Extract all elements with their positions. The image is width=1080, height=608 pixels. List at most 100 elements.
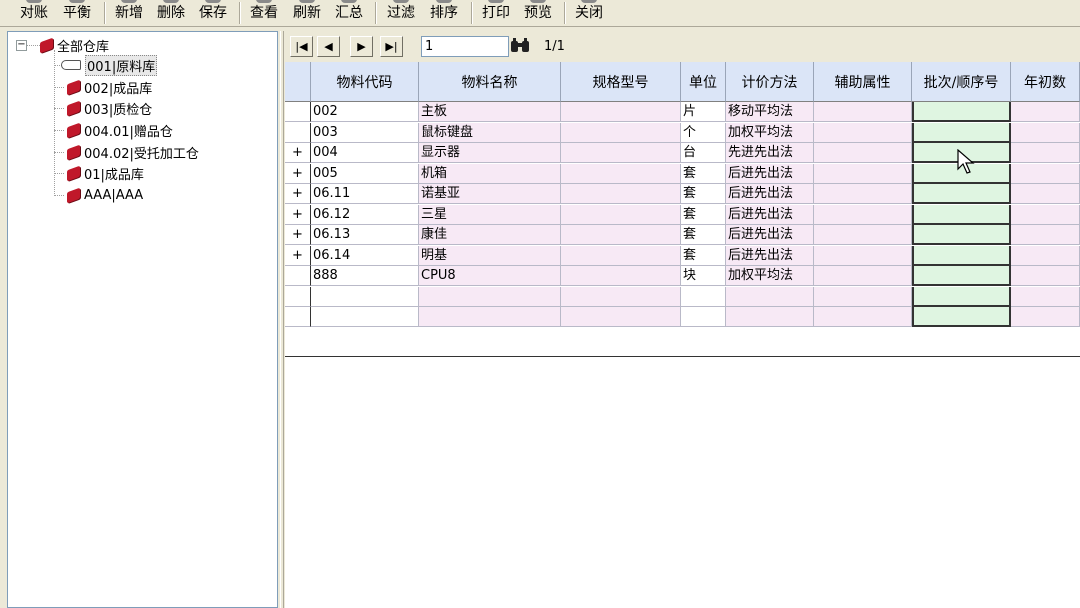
column-header-name[interactable]: 物料名称: [419, 62, 561, 102]
cell-unit[interactable]: 套: [681, 225, 726, 245]
cell-spec[interactable]: [561, 286, 681, 307]
cell-unit[interactable]: [681, 307, 726, 327]
cell-spec[interactable]: [561, 266, 681, 286]
table-row[interactable]: [285, 286, 1080, 307]
next-page-button[interactable]: ▶: [350, 36, 373, 57]
cell-batch-number[interactable]: [912, 102, 1011, 122]
prev-page-button[interactable]: ◀: [317, 36, 340, 57]
cell-aux-attribute[interactable]: [814, 266, 912, 286]
cell-code[interactable]: 06.14: [311, 245, 419, 266]
cell-unit[interactable]: 套: [681, 184, 726, 204]
cell-name[interactable]: [419, 307, 561, 327]
cell-spec[interactable]: [561, 163, 681, 184]
cell-spec[interactable]: [561, 122, 681, 143]
last-page-button[interactable]: ▶|: [380, 36, 403, 57]
cell-unit[interactable]: [681, 286, 726, 307]
column-header-opening-qty[interactable]: 年初数: [1011, 62, 1080, 102]
delete-button[interactable]: 删除: [151, 0, 191, 26]
cell-valuation-method[interactable]: 后进先出法: [726, 245, 814, 266]
cell-valuation-method[interactable]: 移动平均法: [726, 102, 814, 122]
tree-item-004-02[interactable]: 004.02|受托加工仓: [67, 142, 199, 162]
table-row[interactable]: 002 主板 片移动平均法: [285, 102, 1080, 122]
table-row[interactable]: +06.14 明基 套后进先出法: [285, 245, 1080, 266]
row-indicator[interactable]: [285, 102, 311, 122]
cell-opening-qty[interactable]: [1011, 307, 1080, 327]
cell-batch-number[interactable]: [912, 286, 1011, 307]
column-header-code[interactable]: 物料代码: [311, 62, 419, 102]
cell-valuation-method[interactable]: [726, 307, 814, 327]
cell-aux-attribute[interactable]: [814, 245, 912, 266]
cell-code[interactable]: 002: [311, 102, 419, 122]
cell-spec[interactable]: [561, 307, 681, 327]
table-row[interactable]: 888 CPU8 块加权平均法: [285, 266, 1080, 286]
cell-opening-qty[interactable]: [1011, 266, 1080, 286]
cell-spec[interactable]: [561, 225, 681, 245]
print-button[interactable]: 打印: [476, 0, 516, 26]
cell-spec[interactable]: [561, 204, 681, 225]
cell-opening-qty[interactable]: [1011, 204, 1080, 225]
sort-button[interactable]: 排序: [424, 0, 464, 26]
cell-aux-attribute[interactable]: [814, 204, 912, 225]
row-indicator[interactable]: +: [285, 143, 311, 163]
reconcile-button[interactable]: 对账: [14, 0, 54, 26]
cell-name[interactable]: [419, 286, 561, 307]
cell-unit[interactable]: 块: [681, 266, 726, 286]
cell-batch-number[interactable]: [912, 225, 1011, 245]
column-header-unit[interactable]: 单位: [681, 62, 726, 102]
cell-name[interactable]: 三星: [419, 204, 561, 225]
cell-valuation-method[interactable]: [726, 286, 814, 307]
row-indicator[interactable]: +: [285, 245, 311, 266]
cell-code[interactable]: 06.13: [311, 225, 419, 245]
cell-name[interactable]: 主板: [419, 102, 561, 122]
first-page-button[interactable]: |◀: [290, 36, 313, 57]
refresh-button[interactable]: 刷新: [287, 0, 327, 26]
preview-button[interactable]: 预览: [518, 0, 558, 26]
row-indicator[interactable]: +: [285, 204, 311, 225]
save-button[interactable]: 保存: [193, 0, 233, 26]
cell-valuation-method[interactable]: 后进先出法: [726, 225, 814, 245]
cell-unit[interactable]: 片: [681, 102, 726, 122]
cell-batch-number[interactable]: [912, 204, 1011, 225]
row-indicator[interactable]: +: [285, 163, 311, 184]
cell-name[interactable]: 鼠标键盘: [419, 122, 561, 143]
cell-aux-attribute[interactable]: [814, 225, 912, 245]
row-indicator[interactable]: [285, 266, 311, 286]
cell-aux-attribute[interactable]: [814, 184, 912, 204]
panel-splitter[interactable]: [280, 31, 284, 608]
tree-item-001[interactable]: 001|原料库: [61, 54, 158, 76]
cell-valuation-method[interactable]: 先进先出法: [726, 143, 814, 163]
cell-aux-attribute[interactable]: [814, 122, 912, 143]
balance-button[interactable]: 平衡: [57, 0, 97, 26]
close-button[interactable]: 关闭: [569, 0, 609, 26]
cell-code[interactable]: [311, 286, 419, 307]
cell-opening-qty[interactable]: [1011, 102, 1080, 122]
cell-code[interactable]: 888: [311, 266, 419, 286]
summary-button[interactable]: 汇总: [329, 0, 369, 26]
cell-unit[interactable]: 套: [681, 204, 726, 225]
cell-opening-qty[interactable]: [1011, 163, 1080, 184]
cell-spec[interactable]: [561, 184, 681, 204]
cell-batch-number[interactable]: [912, 184, 1011, 204]
cell-batch-number[interactable]: [912, 266, 1011, 286]
cell-code[interactable]: 005: [311, 163, 419, 184]
cell-aux-attribute[interactable]: [814, 286, 912, 307]
cell-valuation-method[interactable]: 加权平均法: [726, 122, 814, 143]
table-row[interactable]: 003 鼠标键盘 个加权平均法: [285, 122, 1080, 143]
table-row[interactable]: +06.13 康佳 套后进先出法: [285, 225, 1080, 245]
cell-name[interactable]: 诺基亚: [419, 184, 561, 204]
tree-item-root[interactable]: 全部仓库: [40, 35, 109, 55]
cell-spec[interactable]: [561, 143, 681, 163]
column-header-spec[interactable]: 规格型号: [561, 62, 681, 102]
row-indicator[interactable]: +: [285, 225, 311, 245]
cell-unit[interactable]: 台: [681, 143, 726, 163]
cell-aux-attribute[interactable]: [814, 307, 912, 327]
column-header-aux-attribute[interactable]: 辅助属性: [814, 62, 912, 102]
cell-valuation-method[interactable]: 后进先出法: [726, 204, 814, 225]
tree-collapse-toggle[interactable]: −: [16, 40, 27, 51]
cell-name[interactable]: 显示器: [419, 143, 561, 163]
row-indicator[interactable]: +: [285, 184, 311, 204]
cell-name[interactable]: 机箱: [419, 163, 561, 184]
cell-name[interactable]: 明基: [419, 245, 561, 266]
cell-name[interactable]: CPU8: [419, 266, 561, 286]
cell-unit[interactable]: 套: [681, 245, 726, 266]
